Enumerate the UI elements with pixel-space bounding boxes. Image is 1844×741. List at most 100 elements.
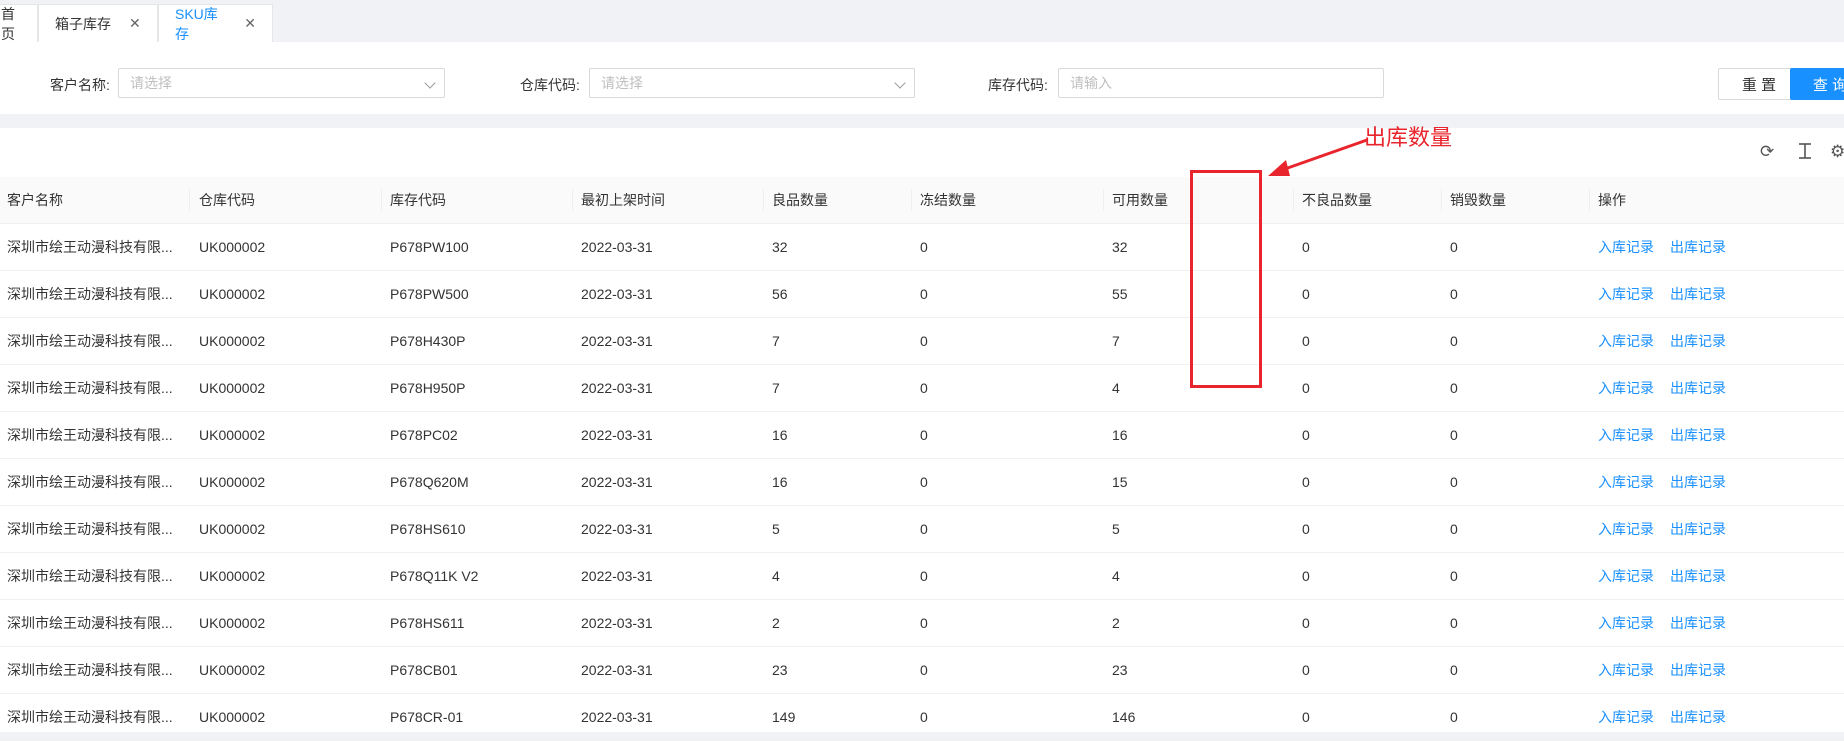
outbound-record-link[interactable]: 出库记录 bbox=[1670, 709, 1726, 725]
inbound-record-link[interactable]: 入库记录 bbox=[1598, 380, 1654, 396]
column-height-icon[interactable] bbox=[1797, 142, 1813, 165]
reset-button-label: 重 置 bbox=[1741, 76, 1777, 94]
cell-frozen-qty: 0 bbox=[920, 662, 928, 678]
outbound-record-link[interactable]: 出库记录 bbox=[1670, 286, 1726, 302]
cell-good-qty: 5 bbox=[772, 521, 780, 537]
cell-available-qty: 146 bbox=[1112, 709, 1136, 725]
cell-stock-code: P678CB01 bbox=[390, 662, 458, 678]
outbound-record-link[interactable]: 出库记录 bbox=[1670, 239, 1726, 255]
cell-defective-qty: 0 bbox=[1302, 615, 1310, 631]
tab-sku-inventory[interactable]: SKU库存 ✕ bbox=[158, 4, 273, 42]
cell-available-qty: 16 bbox=[1112, 427, 1128, 443]
col-customer: 客户名称 bbox=[7, 192, 63, 208]
outbound-record-link[interactable]: 出库记录 bbox=[1670, 662, 1726, 678]
cell-available-qty: 32 bbox=[1112, 239, 1128, 255]
table-row: 深圳市绘王动漫科技有限... UK000002 P678PW100 2022-03-3… bbox=[0, 224, 1844, 271]
close-icon[interactable]: ✕ bbox=[244, 15, 256, 32]
cell-warehouse: UK000002 bbox=[199, 568, 266, 584]
inbound-record-link[interactable]: 入库记录 bbox=[1598, 615, 1654, 631]
inbound-record-link[interactable]: 入库记录 bbox=[1598, 333, 1654, 349]
cell-blank bbox=[1190, 459, 1290, 506]
customer-select[interactable]: 请选择 bbox=[118, 68, 445, 98]
cell-first-shelf-time: 2022-03-31 bbox=[581, 239, 653, 255]
inbound-record-link[interactable]: 入库记录 bbox=[1598, 474, 1654, 490]
reset-button[interactable]: 重 置 bbox=[1718, 68, 1800, 100]
cell-first-shelf-time: 2022-03-31 bbox=[581, 568, 653, 584]
cell-stock-code: P678HS610 bbox=[390, 521, 466, 537]
cell-warehouse: UK000002 bbox=[199, 474, 266, 490]
table-panel: ⟳ ⚙ 客户名称 仓库代码 库存代码 最初上架时间 良品数量 冻结数量 可用数量… bbox=[0, 128, 1844, 741]
cell-destroyed-qty: 0 bbox=[1450, 615, 1458, 631]
warehouse-select[interactable]: 请选择 bbox=[589, 68, 915, 98]
tab-home[interactable]: 首页 bbox=[0, 4, 38, 42]
settings-icon[interactable]: ⚙ bbox=[1830, 142, 1844, 162]
cell-frozen-qty: 0 bbox=[920, 474, 928, 490]
cell-available-qty: 4 bbox=[1112, 568, 1120, 584]
stock-code-label: 库存代码: bbox=[988, 77, 1048, 93]
filter-panel: 客户名称: 请选择 仓库代码: 请选择 库存代码: 请输入 重 置 查 询 bbox=[0, 42, 1844, 114]
annotation-label: 出库数量 bbox=[1364, 125, 1453, 150]
cell-good-qty: 56 bbox=[772, 286, 788, 302]
table-row: 深圳市绘王动漫科技有限... UK000002 P678PC02 2022-03-31… bbox=[0, 412, 1844, 459]
cell-customer: 深圳市绘王动漫科技有限... bbox=[7, 615, 173, 631]
cell-warehouse: UK000002 bbox=[199, 662, 266, 678]
inbound-record-link[interactable]: 入库记录 bbox=[1598, 709, 1654, 725]
close-icon[interactable]: ✕ bbox=[129, 15, 141, 32]
inbound-record-link[interactable]: 入库记录 bbox=[1598, 662, 1654, 678]
cell-good-qty: 149 bbox=[772, 709, 796, 725]
inbound-record-link[interactable]: 入库记录 bbox=[1598, 286, 1654, 302]
cell-destroyed-qty: 0 bbox=[1450, 380, 1458, 396]
inbound-record-link[interactable]: 入库记录 bbox=[1598, 427, 1654, 443]
cell-actions: 入库记录 出库记录 bbox=[1591, 271, 1811, 318]
cell-actions: 入库记录 出库记录 bbox=[1591, 365, 1811, 412]
table-row: 深圳市绘王动漫科技有限... UK000002 P678PW500 2022-03-3… bbox=[0, 271, 1844, 318]
outbound-record-link[interactable]: 出库记录 bbox=[1670, 521, 1726, 537]
query-button[interactable]: 查 询 bbox=[1790, 68, 1844, 100]
table-row: 深圳市绘王动漫科技有限... UK000002 P678HS611 2022-03-3… bbox=[0, 600, 1844, 647]
inbound-record-link[interactable]: 入库记录 bbox=[1598, 568, 1654, 584]
cell-actions: 入库记录 出库记录 bbox=[1591, 506, 1811, 553]
outbound-record-link[interactable]: 出库记录 bbox=[1670, 474, 1726, 490]
cell-available-qty: 5 bbox=[1112, 521, 1120, 537]
cell-destroyed-qty: 0 bbox=[1450, 239, 1458, 255]
cell-defective-qty: 0 bbox=[1302, 662, 1310, 678]
cell-actions: 入库记录 出库记录 bbox=[1591, 694, 1811, 741]
cell-blank bbox=[1190, 694, 1290, 741]
stock-code-placeholder: 请输入 bbox=[1070, 75, 1112, 91]
cell-destroyed-qty: 0 bbox=[1450, 662, 1458, 678]
cell-warehouse: UK000002 bbox=[199, 286, 266, 302]
inbound-record-link[interactable]: 入库记录 bbox=[1598, 239, 1654, 255]
cell-good-qty: 23 bbox=[772, 662, 788, 678]
cell-actions: 入库记录 出库记录 bbox=[1591, 224, 1811, 271]
cell-defective-qty: 0 bbox=[1302, 286, 1310, 302]
cell-customer: 深圳市绘王动漫科技有限... bbox=[7, 568, 173, 584]
inbound-record-link[interactable]: 入库记录 bbox=[1598, 521, 1654, 537]
chevron-down-icon bbox=[894, 77, 906, 89]
cell-customer: 深圳市绘王动漫科技有限... bbox=[7, 427, 173, 443]
refresh-icon[interactable]: ⟳ bbox=[1760, 142, 1774, 162]
cell-first-shelf-time: 2022-03-31 bbox=[581, 427, 653, 443]
cell-customer: 深圳市绘王动漫科技有限... bbox=[7, 239, 173, 255]
cell-first-shelf-time: 2022-03-31 bbox=[581, 286, 653, 302]
outbound-record-link[interactable]: 出库记录 bbox=[1670, 615, 1726, 631]
cell-destroyed-qty: 0 bbox=[1450, 568, 1458, 584]
outbound-record-link[interactable]: 出库记录 bbox=[1670, 568, 1726, 584]
warehouse-label: 仓库代码: bbox=[520, 77, 580, 93]
outbound-record-link[interactable]: 出库记录 bbox=[1670, 427, 1726, 443]
outbound-record-link[interactable]: 出库记录 bbox=[1670, 380, 1726, 396]
outbound-record-link[interactable]: 出库记录 bbox=[1670, 333, 1726, 349]
tab-box-inventory[interactable]: 箱子库存 ✕ bbox=[38, 4, 158, 42]
cell-first-shelf-time: 2022-03-31 bbox=[581, 474, 653, 490]
cell-actions: 入库记录 出库记录 bbox=[1591, 412, 1811, 459]
cell-customer: 深圳市绘王动漫科技有限... bbox=[7, 709, 173, 725]
cell-stock-code: P678CR-01 bbox=[390, 709, 464, 725]
cell-defective-qty: 0 bbox=[1302, 521, 1310, 537]
chevron-down-icon bbox=[424, 77, 436, 89]
cell-frozen-qty: 0 bbox=[920, 427, 928, 443]
cell-customer: 深圳市绘王动漫科技有限... bbox=[7, 521, 173, 537]
cell-available-qty: 15 bbox=[1112, 474, 1128, 490]
cell-warehouse: UK000002 bbox=[199, 333, 266, 349]
cell-good-qty: 16 bbox=[772, 474, 788, 490]
col-good-qty: 良品数量 bbox=[772, 192, 828, 208]
stock-code-input[interactable]: 请输入 bbox=[1058, 68, 1384, 98]
